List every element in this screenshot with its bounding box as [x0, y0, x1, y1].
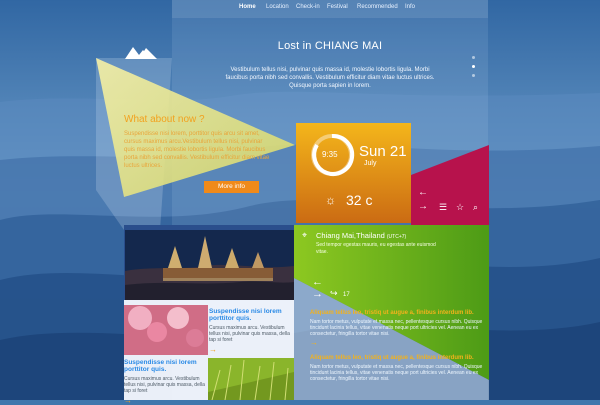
arrow-left-icon[interactable]: ← — [312, 276, 323, 288]
nav-checkin[interactable]: Check-in — [296, 4, 320, 10]
news-text: Nam tortor metus, vulputate et massa nec… — [310, 364, 483, 382]
news-title[interactable]: Aliquam tellus leo, tristiq ut augue a, … — [310, 355, 488, 362]
about-text: Suspendisse nisi lorem, porttitor quis a… — [124, 131, 270, 169]
timer-ring-icon — [311, 133, 355, 176]
gallery-text-block: Suspendisse nisi lorem porttitor quis. C… — [124, 359, 208, 405]
gallery-text: Cursus maximus arcu. Vestibulum tellus n… — [124, 376, 205, 394]
nav-location[interactable]: Location — [266, 4, 289, 10]
weather-time: 9:35 — [322, 150, 338, 159]
gallery-text-block: Suspendisse nisi lorem porttitor quis. C… — [209, 308, 291, 354]
news-title[interactable]: Aliquam tellus leo, tristiq ut augue a, … — [310, 310, 488, 317]
news-list: Aliquam tellus leo, tristiq ut augue a, … — [310, 310, 488, 390]
navigation-arrows: ← → ↪ 17 — [312, 276, 402, 306]
news-arrow-icon[interactable]: → — [310, 338, 488, 347]
carousel-dot[interactable] — [472, 56, 475, 59]
gallery-title: Suspendisse nisi lorem porttitor quis. — [209, 308, 282, 322]
hero-text: Vestibulum tellus nisi, pulvinar quis ma… — [225, 67, 435, 89]
arrow-left-icon[interactable]: ← — [418, 187, 428, 198]
gallery-arrow-icon[interactable]: → — [209, 345, 291, 354]
news-item: Aliquam tellus leo, tristiq ut augue a, … — [310, 310, 488, 347]
news-text: Nam tortor metus, vulputate et massa nec… — [310, 319, 483, 337]
side-panel: ← → ☰ ☆ ⌕ — [411, 175, 489, 225]
star-icon[interactable]: ☆ — [456, 202, 464, 213]
location-text: Sed tempor egestas mauris, eu egestas an… — [316, 242, 436, 255]
arrow-right-icon[interactable]: → — [418, 201, 428, 212]
weather-month: July — [364, 160, 377, 167]
share-count: 17 — [343, 292, 350, 298]
carousel-dot-active[interactable] — [472, 65, 475, 68]
menu-icon[interactable]: ☰ — [439, 202, 447, 213]
sun-icon: ☼ — [325, 193, 336, 207]
more-info-button[interactable]: More info — [204, 181, 259, 193]
carousel-dot[interactable] — [472, 74, 475, 77]
location-title: Chiang Mai,Thailand (UTC+7) — [316, 231, 407, 240]
about-title: What about now ? — [124, 114, 205, 125]
weather-day: Sun 21 — [359, 143, 407, 160]
arrow-right-icon[interactable]: → — [312, 288, 323, 300]
location-pin-icon: ⌖ — [302, 230, 308, 240]
gallery-arrow-icon[interactable]: → — [124, 396, 208, 405]
carousel-dots — [472, 56, 478, 83]
mountain-logo-icon — [125, 43, 159, 66]
nav-home[interactable]: Home — [239, 4, 256, 10]
nav-info[interactable]: Info — [405, 4, 415, 10]
weather-temp: 32 c — [346, 192, 373, 208]
share-icon[interactable]: ↪ — [330, 288, 338, 299]
nav-festival[interactable]: Festival — [327, 4, 348, 10]
hero-title: Lost in CHIANG MAI — [277, 40, 383, 52]
news-item: Aliquam tellus leo, tristiq ut augue a, … — [310, 355, 488, 382]
gallery-text: Cursus maximus arcu. Vestibulum tellus n… — [209, 325, 290, 343]
gallery-title: Suspendisse nisi lorem porttitor quis. — [124, 359, 197, 373]
top-navigation: Home Location Check-in Festival Recommen… — [172, 0, 488, 18]
search-icon[interactable]: ⌕ — [473, 202, 478, 213]
nav-recommended[interactable]: Recommended — [357, 4, 398, 10]
weather-card: 9:35 Sun 21 July ☼ 32 c — [294, 123, 411, 223]
